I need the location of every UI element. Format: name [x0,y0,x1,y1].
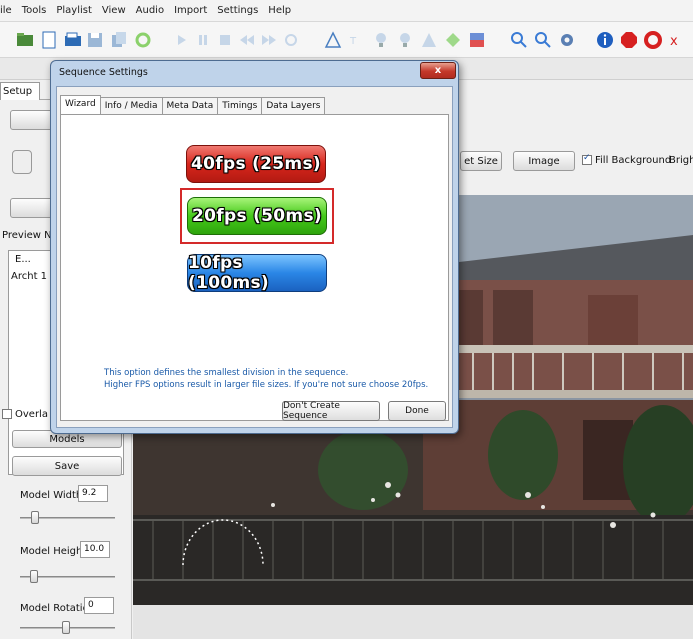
info-line-1: This option defines the smallest divisio… [104,368,349,378]
fps10-button[interactable]: 10fps (100ms) [187,253,327,293]
save-button[interactable]: Save [12,456,122,476]
info-icon[interactable] [594,29,616,51]
menu-file[interactable]: ile [0,5,12,16]
preview-label: Preview N [2,230,52,241]
open-icon[interactable] [62,29,84,51]
refresh-icon[interactable] [132,29,154,51]
dialog-title: Sequence Settings [59,67,148,78]
stop-sign-icon[interactable] [618,29,640,51]
bulb-icon[interactable] [394,29,416,51]
menu-import[interactable]: Import [174,5,207,16]
fill-background-label: Fill Background [595,155,672,166]
effect-icon[interactable] [442,29,464,51]
close-icon: x [434,65,442,76]
done-button[interactable]: Done [388,401,446,421]
tab-data-layers[interactable]: Data Layers [261,97,326,115]
fill-background-check-box[interactable] [582,153,592,165]
help-icon[interactable]: x [666,29,688,51]
overlay-check-box[interactable] [2,409,12,419]
model-height-label: Model Height [20,546,87,557]
list-item[interactable]: Archt 1 [11,271,47,282]
overlay-label: Overla [15,409,48,420]
toolbar: T x [0,22,693,58]
fps20-button[interactable]: 20fps (50ms) [187,197,327,235]
close-button[interactable]: x [420,62,456,79]
settings-icon[interactable] [556,29,578,51]
model-rotation-field[interactable]: 0 [84,597,114,614]
fast-forward-icon[interactable] [258,29,280,51]
text-icon[interactable]: T [346,29,368,51]
play-icon[interactable] [170,29,192,51]
zoom-out-icon[interactable] [532,29,554,51]
fps40-button[interactable]: 40fps (25ms) [186,145,326,183]
list-header[interactable]: E... [15,254,31,265]
triangle-icon[interactable] [322,29,344,51]
rewind-icon[interactable] [236,29,258,51]
info-line-2: Higher FPS options result in larger file… [104,380,429,390]
svg-text:x: x [670,34,678,49]
tab-setup[interactable]: Setup [0,82,40,100]
sequence-settings-dialog: Sequence Settings x Wizard Info / Media … [50,60,459,434]
image-button[interactable]: Image [513,151,575,171]
model-width-label: Model Width [20,490,83,501]
copy-icon[interactable] [108,29,130,51]
menu-tools[interactable]: Tools [22,5,47,16]
lifebuoy-icon[interactable] [642,29,664,51]
menu-help[interactable]: Help [268,5,291,16]
grid-icon[interactable] [466,29,488,51]
tab-timings[interactable]: Timings [217,97,263,115]
menu-playlist[interactable]: Playlist [56,5,92,16]
model-width-slider-thumb[interactable] [31,511,39,524]
preview-footer [133,605,693,639]
wizard-page: 40fps (25ms) 20fps (50ms) 10fps (100ms) … [60,114,449,421]
stop-icon[interactable] [214,29,236,51]
menu-audio[interactable]: Audio [136,5,164,16]
save-icon[interactable] [84,29,106,51]
fill-background-checkbox[interactable]: Fill Background [582,153,672,166]
menu-settings[interactable]: Settings [217,5,258,16]
zoom-in-icon[interactable] [508,29,530,51]
new-file-icon[interactable] [38,29,60,51]
dialog-body: Wizard Info / Media Meta Data Timings Da… [56,86,453,428]
tab-wizard[interactable]: Wizard [60,95,101,115]
set-size-button[interactable]: et Size [460,151,502,171]
bright-label: Brigh [669,155,693,166]
folder-icon[interactable] [14,29,36,51]
overlay-checkbox[interactable]: Overla [2,409,48,420]
svg-text:T: T [349,36,357,47]
dont-create-sequence-button[interactable]: Don't Create Sequence [282,401,380,421]
loop-icon[interactable] [280,29,302,51]
model-height-slider-thumb[interactable] [30,570,38,583]
model-height-field[interactable]: 10.0 [80,541,110,558]
tab-info-media[interactable]: Info / Media [99,97,163,115]
record-icon[interactable] [12,150,32,174]
menu-view[interactable]: View [102,5,126,16]
warning-icon[interactable] [418,29,440,51]
pause-icon[interactable] [192,29,214,51]
tab-meta-data[interactable]: Meta Data [161,97,219,115]
model-rotation-slider-thumb[interactable] [62,621,70,634]
menu-bar: ile Tools Playlist View Audio Import Set… [0,0,693,22]
dialog-tabs: Wizard Info / Media Meta Data Timings Da… [60,95,326,115]
bulb-icon[interactable] [370,29,392,51]
model-width-field[interactable]: 9.2 [78,485,108,502]
